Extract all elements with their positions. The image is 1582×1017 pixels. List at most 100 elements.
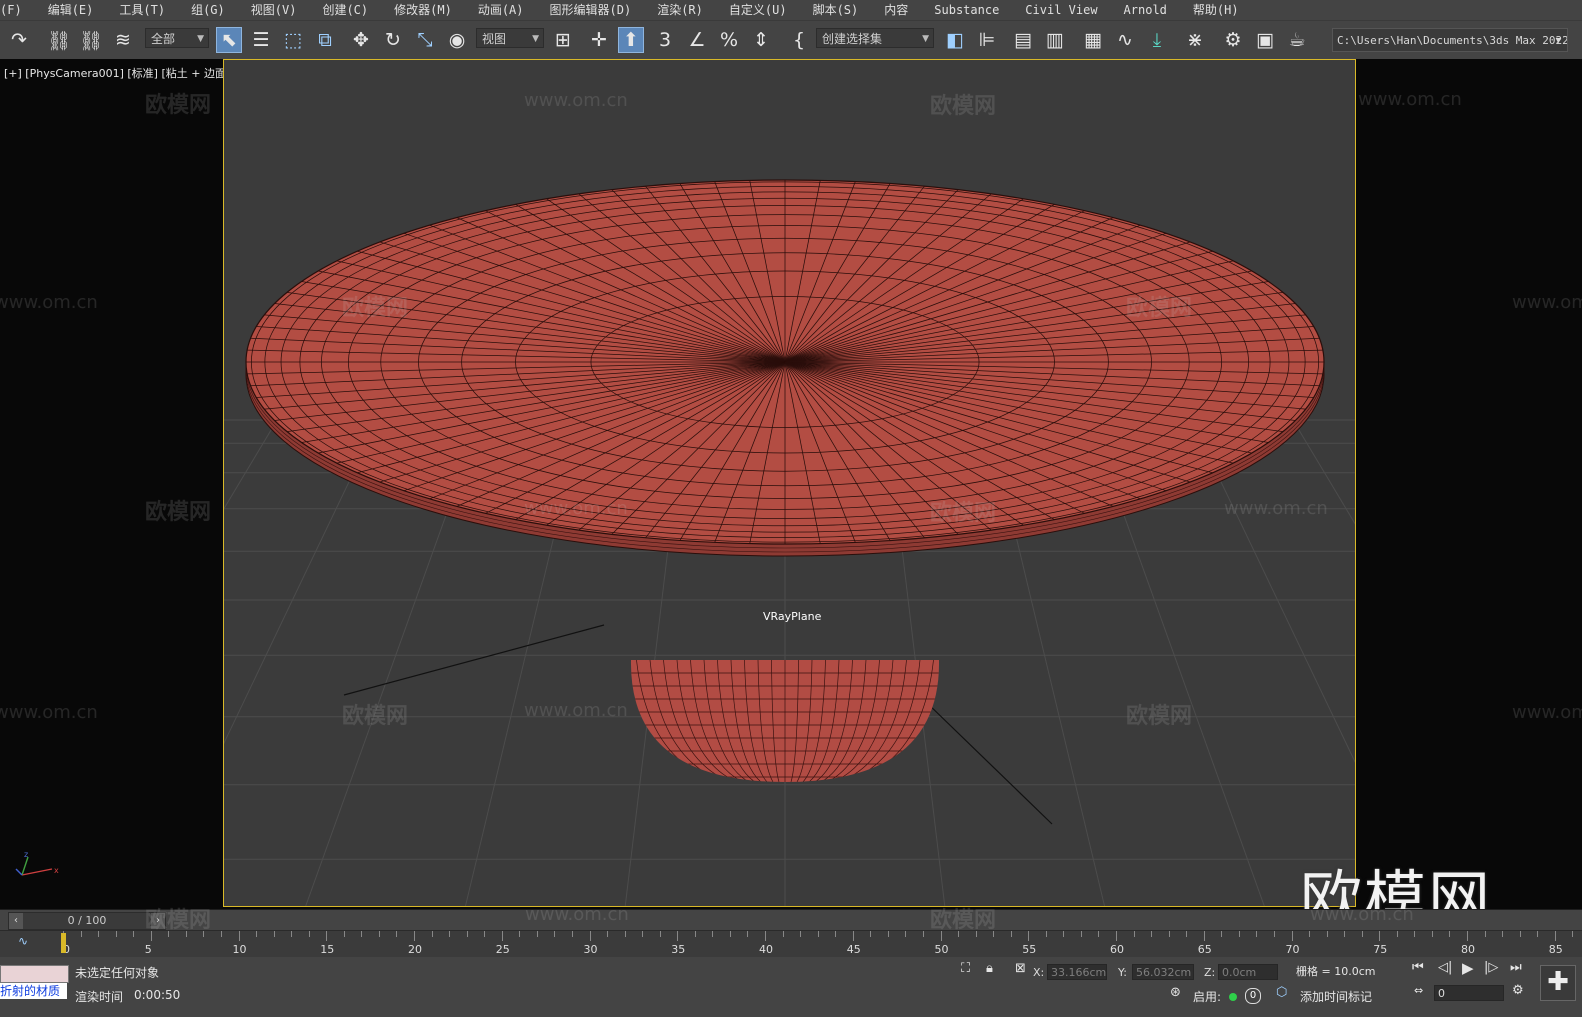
menu-item[interactable]: 动画(A) [465,0,537,20]
select-manipulate-icon[interactable]: ✛ [586,27,612,53]
unlink-icon[interactable]: ⛓ [78,27,104,53]
selection-lock-icon[interactable]: 🔒︎ [986,961,993,976]
menu-item[interactable]: 视图(V) [238,0,310,20]
menu-item[interactable]: 创建(C) [309,0,381,20]
pivot-center-icon[interactable]: ⊞ [550,27,576,53]
reference-coord-dropdown[interactable]: 视图 ▼ [476,28,544,48]
time-configuration-icon[interactable]: ⚙ [1512,983,1524,998]
menu-item[interactable]: 渲染(R) [644,0,716,20]
curve-editor-icon[interactable]: ∿ [1112,27,1138,53]
maximize-viewport-icon[interactable]: ✚ [1540,965,1576,1001]
select-object-icon[interactable]: ⬉ [216,27,242,53]
ruler-tick [624,931,626,937]
edit-named-selection-icon[interactable]: { [786,27,812,53]
maxscript-listener-swatch[interactable] [0,965,69,983]
align-icon[interactable]: ⊫ [974,27,1000,53]
placement-icon[interactable]: ◉ [444,27,470,53]
menu-item[interactable]: 编辑(E) [35,0,107,20]
menu-item[interactable]: 脚本(S) [800,0,872,20]
object-label[interactable]: VRayPlane [763,610,821,623]
tabletop[interactable] [245,179,1325,557]
watermark-url: www.om.cn [1224,498,1328,519]
y-coordinate-field[interactable]: 56.032cm [1132,964,1194,980]
rectangular-selection-icon[interactable]: ⬚ [280,27,306,53]
selection-filter-dropdown[interactable]: 全部 ▼ [145,28,209,48]
select-scale-icon[interactable]: ⤡ [412,27,438,53]
z-label: Z: [1204,966,1216,979]
menu-item[interactable]: 内容 [871,0,921,20]
time-tag-icon[interactable]: ⬡ [1276,985,1287,1000]
menu-item[interactable]: 修改器(M) [381,0,465,20]
ruler-tick [993,931,995,937]
angle-snap-icon[interactable]: ∠ [684,27,710,53]
track-bar[interactable]: ∿ 0 5 10 15 20 25 30 35 40 45 50 55 60 65 70 75 80 85 [0,930,1582,957]
menu-item[interactable]: 组(G) [178,0,238,20]
render-production-icon[interactable]: ☕ [1284,27,1310,53]
menu-item[interactable]: 工具(T) [106,0,178,20]
curve-editor-mini-icon[interactable]: ∿ [18,934,28,948]
toggle-ribbon-icon[interactable]: ▦ [1080,27,1106,53]
go-to-end-icon[interactable]: ⏭ [1510,960,1522,975]
ruler-label: 10 [232,943,247,956]
rendered-frame-window-icon[interactable]: ▣ [1252,27,1278,53]
svg-text:x: x [54,866,59,875]
add-time-tag-link[interactable]: 添加时间标记 [1300,988,1372,1005]
time-slider[interactable]: ‹ 0 / 100 › [8,912,166,930]
menu-item[interactable]: (F) [0,0,35,20]
time-slider-handle[interactable] [61,933,66,953]
enable-count[interactable]: 0 [1245,988,1261,1004]
watermark-url: www.om.cn [524,498,628,519]
maxscript-listener-line[interactable]: 折射的材质 [0,983,67,999]
menu-item[interactable]: Civil View [1012,0,1110,20]
select-by-name-icon[interactable]: ☰ [248,27,274,53]
spinner-snap-icon[interactable]: ⇕ [748,27,774,53]
prev-frame-button[interactable]: ‹ [9,913,23,929]
current-frame-field[interactable]: 0 [1434,985,1504,1001]
window-crossing-icon[interactable]: ⧉ [312,27,338,53]
menu-item[interactable]: 自定义(U) [716,0,800,20]
ruler-tick [1133,931,1135,937]
bind-space-warp-icon[interactable]: ≋ [110,27,136,53]
ruler-label: 80 [1461,943,1475,956]
viewport-label[interactable]: [+] [PhysCamera001] [标准] [粘土 + 边面] [4,65,230,81]
menu-item[interactable]: Arnold [1111,0,1180,20]
percent-snap-icon[interactable]: % [716,27,742,53]
isolate-selection-icon[interactable]: ⛶ [961,961,970,976]
z-coordinate-field[interactable]: 0.0cm [1218,964,1278,980]
frame-spinner-icon[interactable]: ⇔ [1414,984,1423,997]
keyboard-shortcut-override-icon[interactable]: ⬆ [618,27,644,53]
ruler-tick [291,931,293,937]
redo-icon[interactable]: ↷ [6,27,32,53]
ruler-tick [958,931,960,937]
ruler-tick [1449,931,1451,937]
absolute-mode-icon[interactable]: ⊠ [1015,961,1026,976]
mirror-icon[interactable]: ◧ [942,27,968,53]
menu-item[interactable]: Substance [921,0,1012,20]
go-to-start-icon[interactable]: ⏮ [1412,960,1424,975]
ruler-tick [1273,931,1275,937]
material-editor-icon[interactable]: ⋇ [1182,27,1208,53]
play-icon[interactable]: ▶ [1462,959,1474,977]
select-move-icon[interactable]: ✥ [348,27,374,53]
perspective-viewport[interactable]: [+] [PhysCamera001] [标准] [粘土 + 边面] www.o… [0,59,1582,909]
ruler-tick [1045,931,1047,937]
previous-frame-icon[interactable]: ◁| [1438,960,1452,975]
adaptive-degradation-icon[interactable]: ⊛ [1170,985,1181,1000]
next-frame-icon[interactable]: |▷ [1484,960,1498,975]
chevron-down-icon: ▼ [922,34,929,44]
named-selection-dropdown[interactable]: 创建选择集 ▼ [816,28,934,48]
snaps-toggle-icon[interactable]: 3 [652,27,678,53]
menu-item[interactable]: 图形编辑器(D) [537,0,645,20]
watermark-text: 欧模网 [342,704,409,729]
link-icon[interactable]: ⛓ [46,27,72,53]
toggle-scene-explorer-icon[interactable]: ▤ [1010,27,1036,53]
render-setup-icon[interactable]: ⚙ [1220,27,1246,53]
toggle-layer-explorer-icon[interactable]: ▥ [1042,27,1068,53]
render-time-label: 渲染时间 [75,990,124,1004]
schematic-view-icon[interactable]: ⤓ [1144,27,1170,53]
menu-item[interactable]: 帮助(H) [1180,0,1252,20]
x-coordinate-field[interactable]: 33.166cm [1047,964,1107,980]
select-rotate-icon[interactable]: ↻ [380,27,406,53]
project-path-dropdown[interactable]: C:\Users\Han\Documents\3ds Max 2022 ▼ [1332,28,1568,52]
table-pedestal[interactable] [623,660,947,782]
